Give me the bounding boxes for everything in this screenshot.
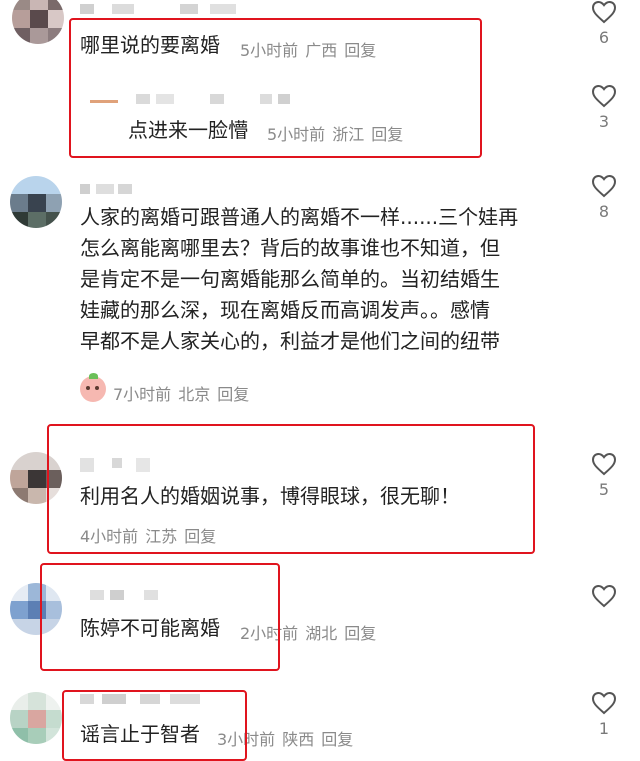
avatar[interactable] [10,176,62,228]
highlight-box [40,563,280,671]
heart-outline-icon [591,452,617,476]
highlight-box [69,18,482,158]
like-button[interactable]: 3 [584,84,624,131]
like-button[interactable] [584,584,624,612]
avatar[interactable] [10,692,62,744]
comment-meta: 7小时前 北京 回复 [113,381,256,405]
heart-outline-icon [591,174,617,198]
heart-outline-icon [591,0,617,24]
like-button[interactable]: 5 [584,452,624,499]
location: 陕西 [282,730,315,749]
timestamp: 7小时前 [113,385,172,404]
like-button[interactable]: 8 [584,174,624,221]
like-count: 3 [598,112,610,131]
avatar[interactable] [12,0,64,44]
heart-outline-icon [591,691,617,715]
like-count: 5 [598,480,610,499]
like-button[interactable]: 1 [584,691,624,738]
peach-emoji-icon [80,373,106,402]
highlight-box [47,424,535,554]
comment-text: 人家的离婚可跟普通人的离婚不一样......三个娃再 怎么离能离哪里去？背后的故… [80,205,519,353]
heart-outline-icon [591,584,617,608]
username[interactable] [80,184,140,198]
reply-button[interactable]: 回复 [321,730,353,749]
like-count: 8 [598,202,610,221]
reply-button[interactable]: 回复 [217,385,249,404]
username[interactable] [80,4,240,18]
reply-button[interactable]: 回复 [344,624,376,643]
like-count: 6 [598,28,610,47]
like-button[interactable]: 6 [584,0,624,47]
heart-outline-icon [591,84,617,108]
location: 北京 [178,385,211,404]
highlight-box [62,690,247,761]
location: 湖北 [305,624,338,643]
like-count: 1 [598,719,610,738]
